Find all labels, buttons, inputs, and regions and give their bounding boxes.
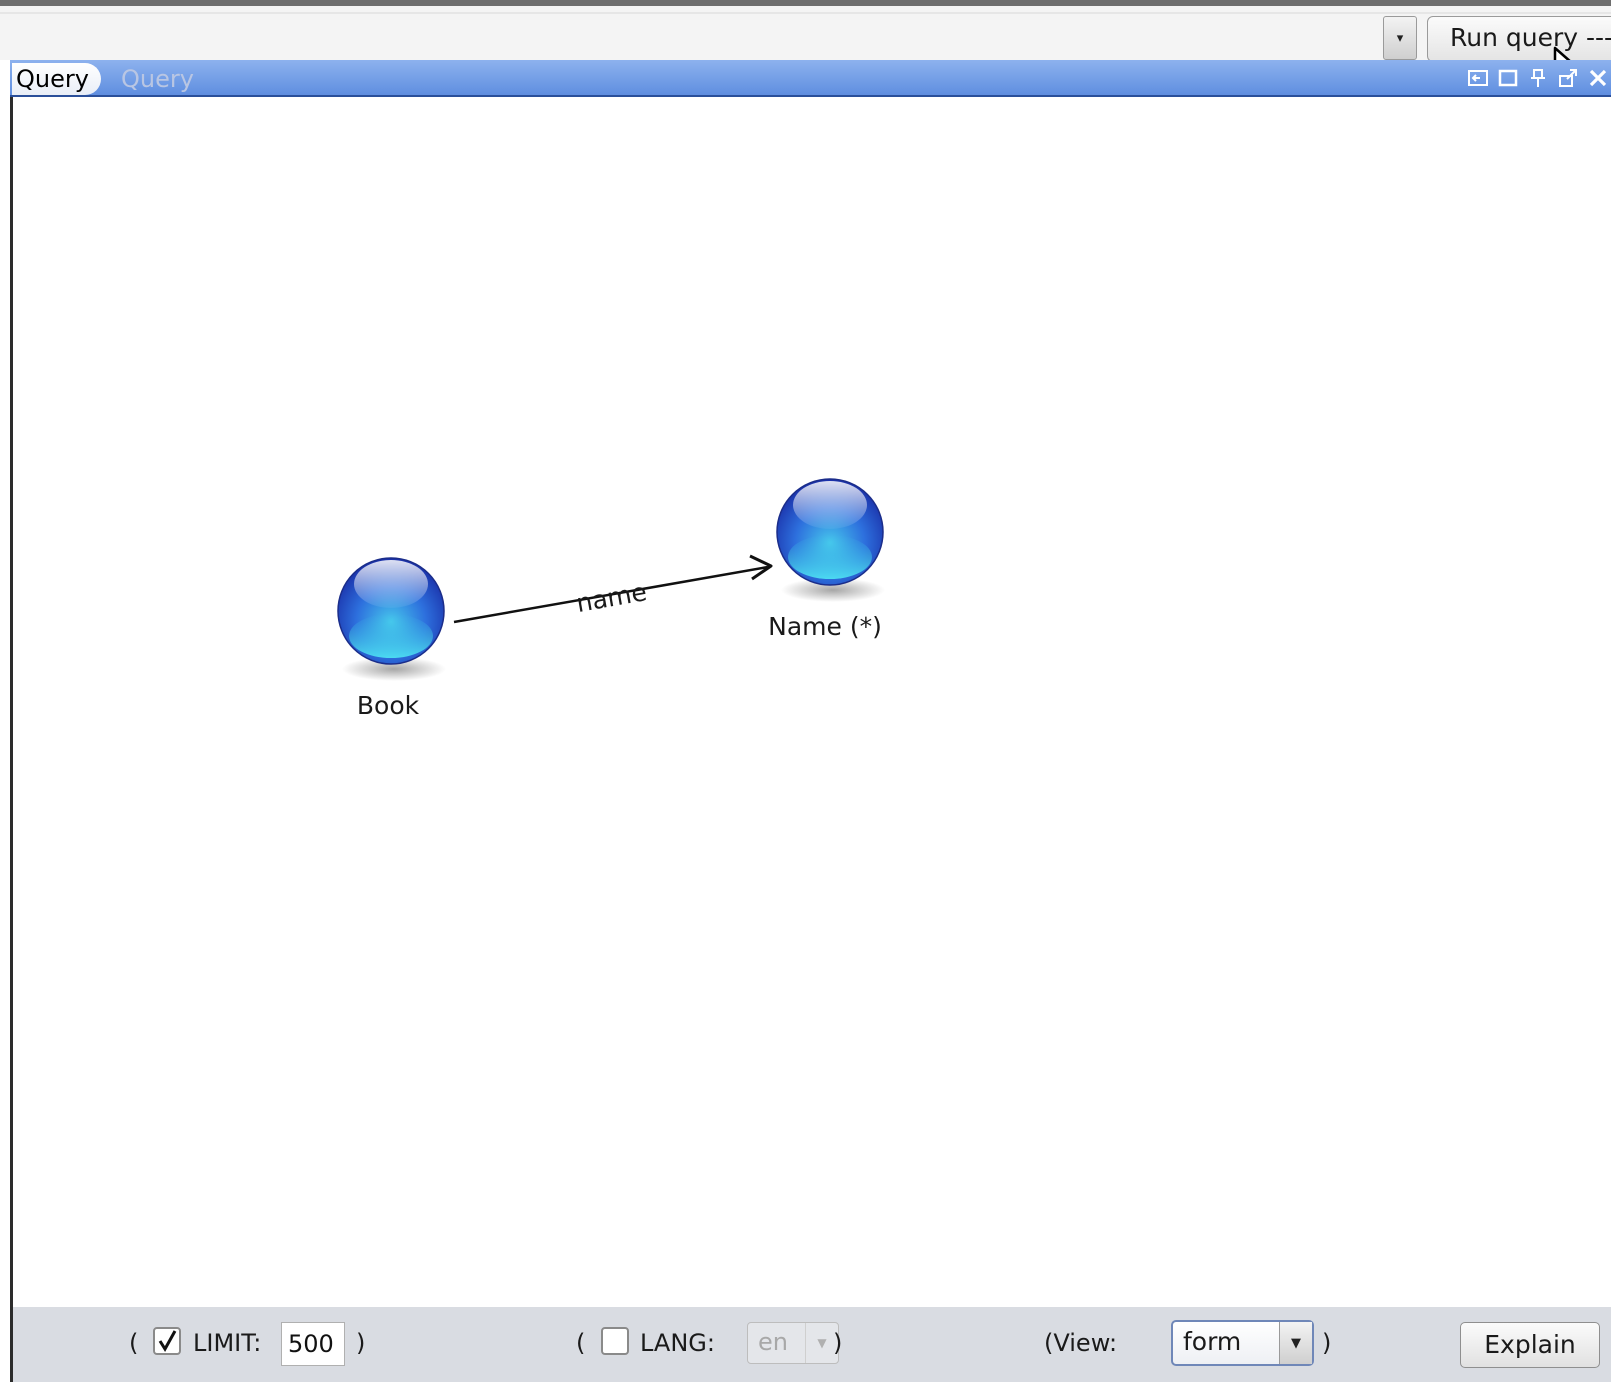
chevron-down-icon: ▾ (1396, 30, 1404, 46)
lang-select-value: en (758, 1328, 788, 1356)
top-toolbar: ▾ Run query --- (0, 0, 1611, 62)
graph-node-book[interactable]: Book (337, 557, 446, 720)
checkbox-checked-icon (158, 1330, 177, 1352)
chevron-down-icon: ▼ (1279, 1322, 1312, 1364)
view-select[interactable]: form ▼ (1171, 1320, 1314, 1366)
pin-icon[interactable] (1527, 67, 1549, 89)
graph-edge-label: name (574, 577, 649, 618)
limit-input[interactable] (281, 1322, 345, 1366)
limit-label: LIMIT: (193, 1329, 262, 1357)
limit-checkbox[interactable] (153, 1327, 181, 1355)
limit-paren-open: ( (129, 1329, 139, 1357)
minimize-icon[interactable] (1467, 67, 1489, 89)
lang-select[interactable]: en ▼ (747, 1322, 839, 1364)
query-options-bar: ( LIMIT: ) ( LANG: en ▼ ) (View: form ▼ … (10, 1307, 1611, 1382)
window-controls (1467, 66, 1609, 90)
graph-node-name[interactable]: Name (*) (768, 478, 885, 641)
lang-paren-open: ( (576, 1329, 586, 1357)
run-query-button[interactable]: Run query --- (1427, 16, 1611, 62)
lang-checkbox[interactable] (601, 1327, 629, 1355)
lang-label: LANG: (640, 1329, 715, 1357)
graph-edge-name[interactable]: name (453, 554, 773, 624)
query-tab-strip: Query Query (10, 60, 1611, 97)
view-paren-close: ) (1322, 1329, 1332, 1357)
query-graph: name Book Name (*) (337, 478, 885, 720)
query-graph-canvas[interactable]: name Book Name (*) (10, 97, 1611, 1307)
float-icon[interactable] (1557, 67, 1579, 89)
maximize-icon[interactable] (1497, 67, 1519, 89)
graph-node-label-book: Book (357, 691, 420, 720)
graph-node-label-name: Name (*) (768, 612, 882, 641)
query-combo-dropdown[interactable]: ▾ (1383, 16, 1417, 60)
view-label: (View: (1044, 1329, 1118, 1357)
lang-paren-close: ) (833, 1329, 843, 1357)
view-select-value: form (1183, 1327, 1242, 1356)
toolbar-divider (0, 12, 1611, 14)
explain-button[interactable]: Explain (1460, 1322, 1600, 1368)
limit-paren-close: ) (356, 1329, 366, 1357)
tab-query-active[interactable]: Query (12, 63, 101, 95)
tab-query-inactive[interactable]: Query (121, 63, 194, 95)
close-icon[interactable] (1587, 67, 1609, 89)
